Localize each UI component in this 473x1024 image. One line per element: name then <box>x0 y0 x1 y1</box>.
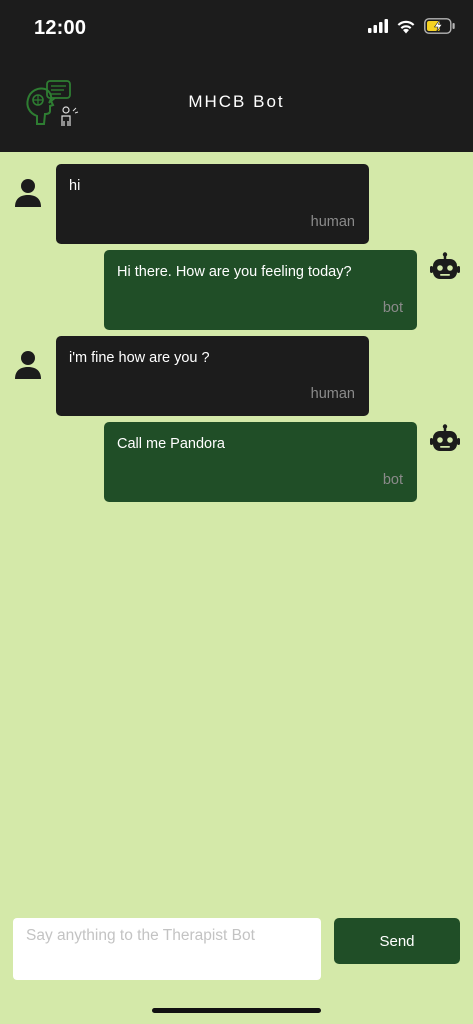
message-sender: human <box>310 386 355 402</box>
message-sender: bot <box>382 300 403 316</box>
human-message-bubble: hi human <box>56 164 369 244</box>
message-row: Call me Pandora bot <box>0 422 473 502</box>
message-text: Hi there. How are you feeling today? <box>117 264 352 280</box>
app-header: 12:00 MHCB Bot <box>0 0 473 152</box>
status-time: 12:00 <box>34 17 87 39</box>
message-text: Call me Pandora <box>117 436 225 452</box>
bot-message-bubble: Hi there. How are you feeling today? bot <box>104 250 417 330</box>
home-indicator[interactable] <box>152 1008 321 1013</box>
message-input-placeholder: Say anything to the Therapist Bot <box>26 927 255 944</box>
robot-avatar-icon <box>430 252 460 279</box>
human-message-bubble: i'm fine how are you ? human <box>56 336 369 416</box>
message-sender: human <box>310 214 355 230</box>
message-row: Hi there. How are you feeling today? bot <box>0 250 473 330</box>
robot-avatar-icon <box>430 424 460 451</box>
message-sender: bot <box>382 472 403 488</box>
send-button[interactable]: Send <box>334 918 460 964</box>
message-row: hi human <box>0 164 473 244</box>
message-text: hi <box>69 178 81 194</box>
user-avatar-icon <box>15 351 41 379</box>
user-avatar-icon <box>15 179 41 207</box>
message-text: i'm fine how are you ? <box>69 350 210 366</box>
signal-icon <box>368 19 388 33</box>
message-row: i'm fine how are you ? human <box>0 336 473 416</box>
status-icons <box>368 18 456 34</box>
message-input[interactable]: Say anything to the Therapist Bot <box>13 918 321 980</box>
battery-charging-icon <box>424 18 455 34</box>
wifi-icon <box>397 20 415 33</box>
chat-log[interactable]: hi human Hi there. How are you feeling t… <box>0 152 473 912</box>
app-title: MHCB Bot <box>188 92 285 111</box>
bot-message-bubble: Call me Pandora bot <box>104 422 417 502</box>
